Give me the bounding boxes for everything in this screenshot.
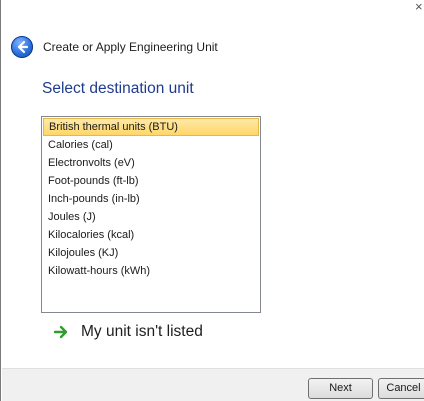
button-bar: Next Cancel (2, 368, 424, 401)
wizard-title: Create or Apply Engineering Unit (43, 40, 218, 54)
unit-not-listed-link[interactable]: My unit isn't listed (53, 321, 203, 343)
unit-list-item[interactable]: British thermal units (BTU) (43, 118, 259, 136)
unit-listbox[interactable]: British thermal units (BTU) Calories (ca… (41, 116, 261, 313)
unit-list-item[interactable]: Calories (cal) (42, 136, 260, 154)
unit-list-item[interactable]: Foot-pounds (ft-lb) (42, 172, 260, 190)
back-icon[interactable] (11, 36, 33, 58)
unit-list-item[interactable]: Electronvolts (eV) (42, 154, 260, 172)
wizard-window: × Create or Apply Engineering Unit Selec… (0, 0, 424, 401)
page-heading: Select destination unit (42, 80, 194, 97)
next-button[interactable]: Next (308, 378, 373, 399)
green-arrow-icon (53, 325, 68, 339)
cancel-button[interactable]: Cancel (378, 378, 424, 399)
unit-list-item[interactable]: Kilocalories (kcal) (42, 226, 260, 244)
unit-list-item[interactable]: Kilojoules (KJ) (42, 244, 260, 262)
unit-not-listed-label: My unit isn't listed (81, 323, 203, 340)
close-icon[interactable]: × (415, 0, 424, 14)
unit-list-item[interactable]: Joules (J) (42, 208, 260, 226)
unit-list-item[interactable]: Inch-pounds (in-lb) (42, 190, 260, 208)
unit-list-item[interactable]: Kilowatt-hours (kWh) (42, 262, 260, 280)
